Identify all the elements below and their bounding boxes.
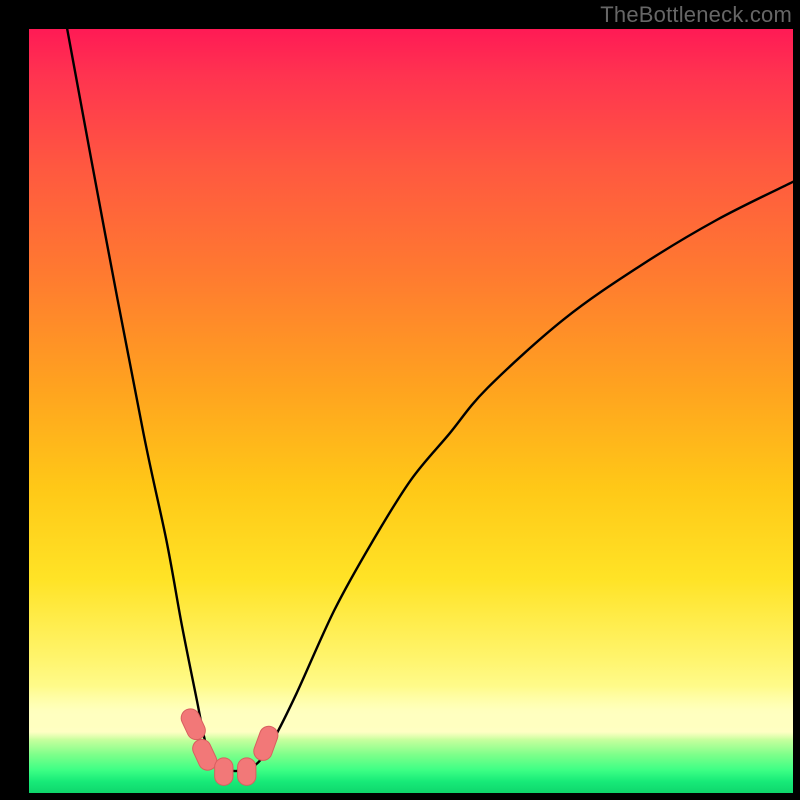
bottleneck-curve	[67, 29, 793, 771]
trough-marker	[251, 724, 280, 763]
curve-layer	[29, 29, 793, 793]
plot-area	[29, 29, 793, 793]
trough-markers	[178, 706, 280, 786]
trough-marker	[238, 758, 256, 786]
chart-stage: TheBottleneck.com	[0, 0, 800, 800]
watermark-text: TheBottleneck.com	[600, 2, 792, 28]
trough-marker	[215, 758, 233, 786]
